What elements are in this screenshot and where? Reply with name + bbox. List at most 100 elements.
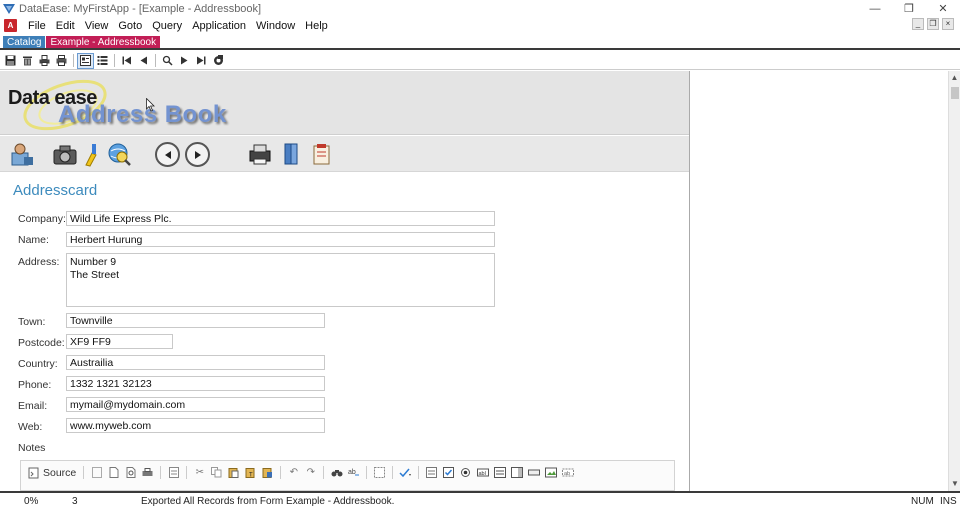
- select-field-icon[interactable]: [508, 465, 525, 480]
- country-field[interactable]: Austrailia: [66, 355, 325, 370]
- address-field[interactable]: Number 9 The Street: [66, 253, 495, 307]
- svg-text:abl: abl: [478, 471, 485, 477]
- editor-toolbar: Source ✂ T ↶ ↷ ab abl ab: [25, 465, 576, 480]
- editor-separator: [186, 466, 188, 479]
- search-web-icon[interactable]: [106, 141, 132, 167]
- previous-record-icon[interactable]: [135, 53, 152, 69]
- form-app-icon[interactable]: A: [4, 19, 17, 32]
- editor-save-icon[interactable]: [88, 465, 105, 480]
- clean-brush-icon[interactable]: [82, 141, 108, 167]
- search-icon[interactable]: [159, 53, 176, 69]
- toolbar-separator: [114, 54, 115, 67]
- paste-text-icon[interactable]: T: [242, 465, 259, 480]
- window-title: DataEase: MyFirstApp - [Example - Addres…: [19, 2, 262, 15]
- undo-icon[interactable]: ↶: [285, 465, 302, 480]
- company-field[interactable]: Wild Life Express Plc.: [66, 211, 495, 226]
- print-icon[interactable]: [36, 53, 53, 69]
- delete-icon[interactable]: [19, 53, 36, 69]
- image-button-icon[interactable]: [542, 465, 559, 480]
- form-icon[interactable]: [423, 465, 440, 480]
- web-field[interactable]: www.myweb.com: [66, 418, 325, 433]
- menu-window[interactable]: Window: [251, 20, 300, 32]
- redo-icon[interactable]: ↷: [302, 465, 319, 480]
- phone-field[interactable]: 1332 1321 32123: [66, 376, 325, 391]
- document-restore-button[interactable]: ❐: [927, 18, 939, 30]
- editor-separator: [280, 466, 282, 479]
- paste-word-icon[interactable]: [259, 465, 276, 480]
- vertical-scrollbar[interactable]: ▲ ▼: [948, 71, 960, 491]
- preview-icon[interactable]: [122, 465, 139, 480]
- scrollbar-thumb[interactable]: [951, 87, 959, 99]
- editor-separator: [366, 466, 368, 479]
- source-button[interactable]: Source: [25, 467, 79, 479]
- select-all-icon[interactable]: [371, 465, 388, 480]
- name-field[interactable]: Herbert Hurung: [66, 232, 495, 247]
- clipboard-notes-icon[interactable]: [309, 141, 335, 167]
- radio-button-icon[interactable]: [457, 465, 474, 480]
- printer-icon[interactable]: [53, 53, 70, 69]
- copy-icon[interactable]: [208, 465, 225, 480]
- contact-card-icon[interactable]: [9, 141, 35, 167]
- arrow-right-icon: [194, 150, 201, 159]
- spellcheck-icon[interactable]: [397, 465, 414, 480]
- menu-edit[interactable]: Edit: [51, 20, 80, 32]
- notes-rich-text-editor[interactable]: Source ✂ T ↶ ↷ ab abl ab: [20, 460, 675, 491]
- address-label: Address:: [18, 256, 60, 268]
- cut-icon[interactable]: ✂: [191, 465, 208, 480]
- form-view-icon[interactable]: [77, 52, 94, 69]
- toolbar-separator: [73, 54, 74, 67]
- editor-separator: [83, 466, 85, 479]
- status-progress-percent: 0%: [24, 496, 39, 507]
- menu-goto[interactable]: Goto: [113, 20, 147, 32]
- svg-text:ab: ab: [348, 469, 356, 476]
- main-toolbar: [0, 52, 960, 70]
- postcode-field[interactable]: XF9 FF9: [66, 334, 173, 349]
- window-controls: — ❐ ✕: [858, 0, 960, 17]
- scroll-down-arrow-icon[interactable]: ▼: [949, 477, 960, 491]
- refresh-icon[interactable]: [210, 53, 227, 69]
- scroll-up-arrow-icon[interactable]: ▲: [949, 71, 960, 85]
- minimize-button[interactable]: —: [858, 0, 892, 17]
- company-label: Company:: [18, 213, 66, 225]
- last-record-icon[interactable]: [193, 53, 210, 69]
- title-bar: DataEase: MyFirstApp - [Example - Addres…: [0, 0, 960, 17]
- menu-bar: A File Edit View Goto Query Application …: [0, 17, 960, 34]
- menu-file[interactable]: File: [23, 20, 51, 32]
- status-num-lock: NUM: [911, 496, 934, 507]
- button-element-icon[interactable]: [525, 465, 542, 480]
- next-record-icon[interactable]: [176, 53, 193, 69]
- editor-separator: [323, 466, 325, 479]
- checkbox-icon[interactable]: [440, 465, 457, 480]
- document-window-controls: _ ❐ ×: [912, 18, 954, 30]
- new-page-icon[interactable]: [105, 465, 122, 480]
- camera-icon[interactable]: [52, 141, 78, 167]
- email-field[interactable]: mymail@mydomain.com: [66, 397, 325, 412]
- text-field-icon[interactable]: abl: [474, 465, 491, 480]
- first-record-icon[interactable]: [118, 53, 135, 69]
- restore-button[interactable]: ❐: [892, 0, 926, 17]
- binder-icon[interactable]: [279, 141, 305, 167]
- textarea-icon[interactable]: [491, 465, 508, 480]
- section-title-addresscard: Addresscard: [13, 182, 98, 199]
- replace-icon[interactable]: ab: [345, 465, 362, 480]
- list-view-icon[interactable]: [94, 53, 111, 69]
- editor-print-icon[interactable]: [139, 465, 156, 480]
- next-record-button[interactable]: [185, 142, 210, 167]
- menu-view[interactable]: View: [80, 20, 114, 32]
- find-icon[interactable]: [328, 465, 345, 480]
- printer-form-icon[interactable]: [247, 141, 273, 167]
- paste-icon[interactable]: [225, 465, 242, 480]
- form-icon-bar: [0, 136, 689, 172]
- source-icon: [28, 467, 39, 478]
- save-icon[interactable]: [2, 53, 19, 69]
- document-close-button[interactable]: ×: [942, 18, 954, 30]
- hidden-field-icon[interactable]: ab: [559, 465, 576, 480]
- previous-record-button[interactable]: [155, 142, 180, 167]
- close-button[interactable]: ✕: [926, 0, 960, 17]
- menu-query[interactable]: Query: [147, 20, 187, 32]
- town-field[interactable]: Townville: [66, 313, 325, 328]
- document-minimize-button[interactable]: _: [912, 18, 924, 30]
- templates-icon[interactable]: [165, 465, 182, 480]
- menu-help[interactable]: Help: [300, 20, 333, 32]
- menu-application[interactable]: Application: [187, 20, 251, 32]
